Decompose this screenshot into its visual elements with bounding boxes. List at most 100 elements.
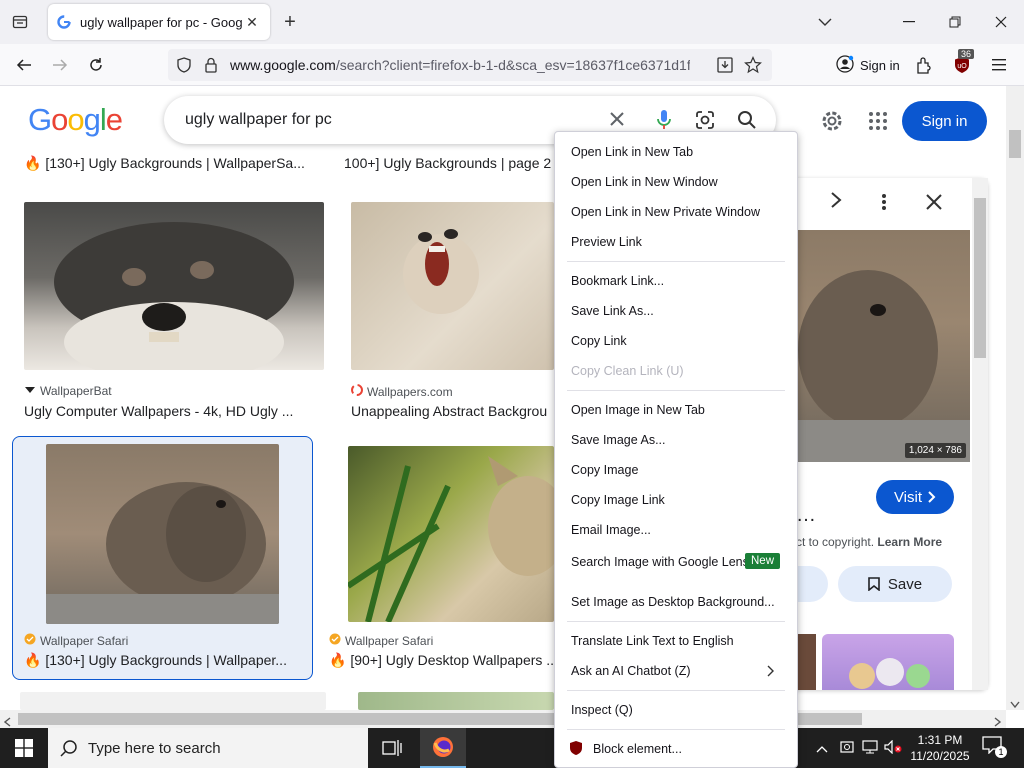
visit-button[interactable]: Visit [876,480,954,514]
result-caption-2[interactable]: Unappealing Abstract Backgrou [351,403,554,419]
network-tray-icon[interactable] [862,740,878,759]
extensions-icon[interactable] [910,51,938,79]
page-vertical-scrollbar[interactable] [1006,86,1024,710]
active-tab[interactable]: ugly wallpaper for pc - Google Search ✕ [48,4,270,40]
menu-email-image[interactable]: Email Image... [555,516,797,544]
result-caption-1[interactable]: Ugly Computer Wallpapers - 4k, HD Ugly .… [24,403,324,419]
bookmark-star-icon[interactable] [744,56,762,79]
tab-list-icon[interactable] [6,8,34,36]
vertical-scrollbar-thumb[interactable] [1009,130,1021,158]
google-signin-button[interactable]: Sign in [902,101,987,141]
menu-open-link-new-window[interactable]: Open Link in New Window [555,168,797,196]
menu-separator [567,690,785,691]
menu-search-google-lens[interactable]: Search Image with Google Lens New [555,548,797,576]
reload-icon[interactable] [82,51,110,79]
taskbar-search-box[interactable]: Type here to search [48,728,368,768]
preview-title-ellipsis: … [796,504,816,526]
task-view-icon[interactable] [372,728,412,768]
share-button-partial[interactable] [798,566,828,602]
panel-scrollbar-thumb[interactable] [974,198,986,358]
menu-set-desktop-background[interactable]: Set Image as Desktop Background... [555,588,797,616]
new-tab-icon[interactable]: + [278,10,302,34]
menu-translate-link-text[interactable]: Translate Link Text to English [555,627,797,655]
preview-image[interactable]: 1,024 × 786 [798,230,970,462]
webcam-tray-icon[interactable] [840,739,854,760]
firefox-account-button[interactable]: Sign in [830,49,902,81]
menu-hamburger-icon[interactable] [986,51,1014,79]
close-tab-icon[interactable]: ✕ [242,12,262,32]
google-logo[interactable]: Google [28,102,123,138]
shield-icon[interactable] [176,57,192,78]
settings-gear-icon[interactable] [820,109,844,138]
show-hidden-icons-chevron-icon[interactable] [816,740,828,758]
ublock-origin-icon [569,740,583,759]
ublock-origin-icon[interactable]: uO 36 [948,49,976,79]
new-badge: New [745,553,781,569]
menu-copy-link[interactable]: Copy Link [555,327,797,355]
taskbar-clock[interactable]: 1:31 PM 11/20/2025 [906,732,974,764]
result-image-partial-1[interactable] [20,692,326,710]
menu-preview-link[interactable]: Preview Link [555,228,797,256]
restore-icon[interactable] [932,0,978,44]
close-panel-icon[interactable] [926,194,942,215]
menu-ask-ai-chatbot[interactable]: Ask an AI Chatbot (Z) [555,657,797,685]
back-icon[interactable] [10,51,38,79]
menu-save-link-as[interactable]: Save Link As... [555,297,797,325]
panel-scrollbar[interactable] [972,178,988,690]
close-window-icon[interactable] [978,0,1024,44]
menu-open-link-new-tab[interactable]: Open Link in New Tab [555,138,797,166]
menu-separator [567,261,785,262]
wallpaperbat-favicon-icon [24,384,36,398]
result-source-2[interactable]: Wallpapers.com [351,384,453,399]
menu-save-image-as[interactable]: Save Image As... [555,426,797,454]
clock-date: 11/20/2025 [910,749,970,763]
menu-open-link-private-window[interactable]: Open Link in New Private Window [555,198,797,226]
result-image-cat[interactable] [348,446,554,622]
url-bar[interactable]: www.google.com/search?client=firefox-b-1… [168,49,772,81]
menu-copy-clean-link: Copy Clean Link (U) [571,364,684,378]
image-preview-panel: 1,024 × 786 › … Visit ct to copyright. L… [780,178,988,690]
volume-muted-icon[interactable] [884,739,902,759]
menu-bookmark-link[interactable]: Bookmark Link... [555,267,797,295]
result-caption-top-2[interactable]: 100+] Ugly Backgrounds | page 2 [344,155,554,171]
save-button[interactable]: Save [838,566,952,602]
scroll-down-icon[interactable] [1010,696,1020,714]
more-options-icon[interactable] [882,194,886,215]
notification-center-icon[interactable]: 1 [982,736,1007,760]
related-image-1[interactable] [798,634,816,690]
learn-more-link[interactable]: Learn More [877,535,942,549]
chevron-down-icon[interactable] [802,0,848,44]
menu-open-image-new-tab[interactable]: Open Image in New Tab [555,396,797,424]
menu-copy-image[interactable]: Copy Image [555,456,797,484]
lock-icon[interactable] [204,57,218,78]
apps-grid-icon[interactable] [868,111,888,136]
result-caption-3[interactable]: 🔥 [130+] Ugly Backgrounds | Wallpaper... [24,652,306,669]
fire-icon: 🔥 [24,652,42,668]
next-arrow-icon[interactable] [830,192,842,213]
menu-block-element[interactable]: Block element... [555,735,797,763]
download-page-icon[interactable] [716,56,734,79]
firefox-taskbar-icon[interactable] [420,728,466,768]
minimize-icon[interactable] [886,0,932,44]
taskbar-search-placeholder: Type here to search [88,739,221,757]
result-image-partial-2[interactable] [358,692,554,710]
result-caption-4[interactable]: 🔥 [90+] Ugly Desktop Wallpapers ... [329,652,554,669]
result-image-abstract[interactable] [351,202,554,370]
menu-inspect[interactable]: Inspect (Q) [555,696,797,724]
account-icon [836,54,854,76]
result-source-4[interactable]: Wallpaper Safari [329,633,433,648]
tab-strip: ugly wallpaper for pc - Google Search ✕ … [0,0,1024,44]
result-caption-top-1[interactable]: 🔥 [130+] Ugly Backgrounds | WallpaperSa.… [24,155,324,172]
result-image-seal[interactable] [46,444,279,624]
result-source-3[interactable]: Wallpaper Safari [24,633,128,648]
page-horizontal-scrollbar[interactable] [0,710,1006,728]
search-input[interactable]: ugly wallpaper for pc [185,111,332,129]
related-image-2[interactable] [822,634,954,690]
windows-start-icon[interactable] [0,728,48,768]
forward-icon[interactable] [46,51,74,79]
copyright-notice: ct to copyright. Learn More [796,535,943,549]
clear-search-icon[interactable] [608,110,626,133]
menu-copy-image-link[interactable]: Copy Image Link [555,486,797,514]
result-source-1[interactable]: WallpaperBat [24,384,112,398]
result-image-dog[interactable] [24,202,324,370]
